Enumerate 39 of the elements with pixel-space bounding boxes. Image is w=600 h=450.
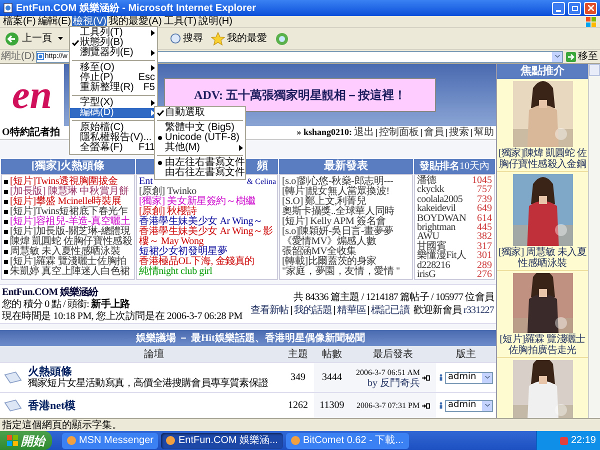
column-header: 論壇 bbox=[26, 346, 282, 362]
post-count: 757 bbox=[477, 185, 492, 195]
welcome-text: 歡迎新會員 bbox=[413, 304, 462, 317]
headline-text: O特約記者拍 bbox=[2, 126, 60, 140]
column-header: 最后發表 bbox=[350, 346, 436, 362]
site-name: EntFun.COM 娛樂涵紛 bbox=[2, 287, 100, 298]
table-cell: 1262 bbox=[282, 392, 314, 418]
post-count: 739 bbox=[477, 194, 492, 204]
post-count: 301 bbox=[477, 251, 492, 261]
site-logo: en bbox=[12, 75, 52, 115]
post-count: 649 bbox=[477, 204, 492, 214]
ranking-period: 10天內 bbox=[460, 160, 490, 174]
column-header: 主題 bbox=[282, 346, 314, 362]
post-count: 1045 bbox=[472, 176, 492, 186]
window-title: EntFun.COM 娛樂涵紛 - Microsoft Internet Explorer bbox=[16, 2, 258, 16]
last-post-date: 2006-3-7 06:51 AM bbox=[356, 366, 420, 378]
column-header: 帖數 bbox=[314, 346, 350, 362]
table-cell: 349 bbox=[282, 362, 314, 392]
clock: 22:19 bbox=[570, 434, 596, 448]
forum-description: 獨家短片女星活動寫真，高價全港搜購會員專享質素保證 bbox=[28, 378, 270, 389]
post-count: 317 bbox=[477, 242, 492, 252]
address-label: 網址(D) bbox=[1, 50, 35, 64]
sidebar-header: 焦點推介 bbox=[497, 64, 588, 79]
last-post-date: 2006-3-7 07:31 PM bbox=[356, 400, 420, 411]
status-text: 指定這個網頁的顯示字集。 bbox=[2, 418, 122, 432]
post-count: 276 bbox=[477, 270, 492, 279]
totals-text: 共 84336 篇主題 / 1214187 篇帖子 / 105977 位會員 bbox=[294, 291, 494, 304]
column-header: [獨家]火熱頭條 bbox=[1, 159, 135, 174]
column-header: 版主 bbox=[436, 346, 496, 362]
post-count: 382 bbox=[477, 232, 492, 242]
ranking-title: 發貼排名 bbox=[420, 160, 460, 174]
post-count: 289 bbox=[477, 260, 492, 270]
forum-title-bar: 娛樂議場 － 最Hit娛樂話題、香港明星偶像新聞秘聞 bbox=[0, 330, 496, 346]
visit-time-text: 現在時間是 10:18 PM, 您上次訪問是在 2006-3-7 06:28 PM bbox=[2, 311, 242, 323]
post-count: 614 bbox=[477, 214, 492, 224]
points-text: 您的 積分 0 點 / 頭銜: 新手上路 bbox=[2, 299, 131, 310]
username: » kshang0210: bbox=[296, 126, 352, 139]
column-header: 最新發表 bbox=[279, 159, 413, 174]
post-count: 445 bbox=[477, 223, 492, 232]
